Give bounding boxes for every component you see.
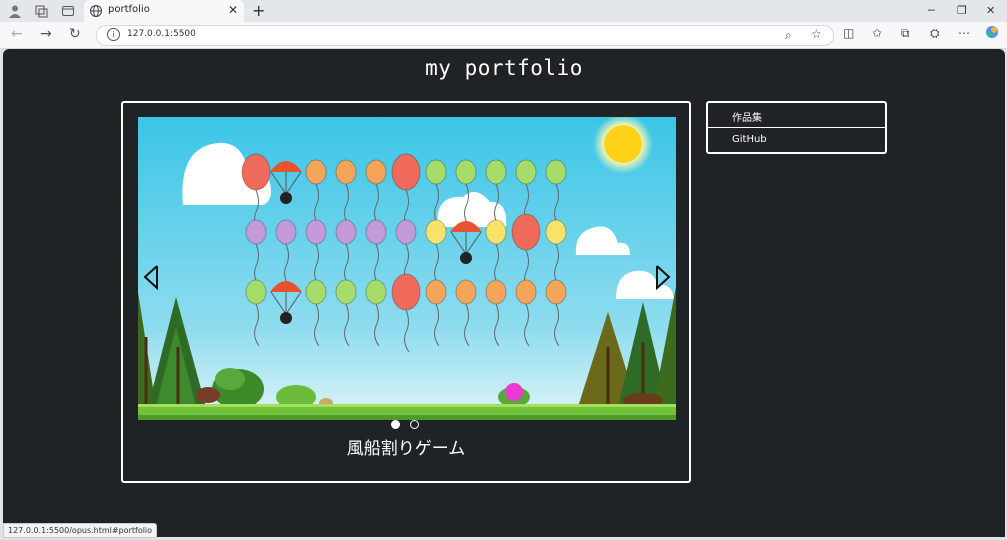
minimize-icon[interactable]: ─ [928,4,935,17]
collections-icon[interactable]: ⧉ [901,26,910,41]
page-title: my portfolio [425,56,583,80]
more-options-icon[interactable]: ⋯ [958,26,970,40]
extensions-icon[interactable]: ⛭ [930,26,940,41]
forward-icon[interactable]: → [40,26,52,42]
workspaces-icon[interactable] [33,3,49,19]
side-menu: 作品集 GitHub [706,101,887,154]
address-bar[interactable]: i 127.0.0.1:5500 ⌕ ☆ [96,25,834,46]
restore-icon[interactable]: ❐ [957,4,967,17]
vertical-tabs-icon[interactable] [60,3,76,19]
portfolio-carousel: 風船割りゲーム [121,101,691,483]
prev-slide-icon[interactable] [142,264,160,294]
close-tab-icon[interactable]: ✕ [228,3,238,17]
favorites-icon[interactable]: ✩ [872,26,882,40]
back-icon[interactable]: ← [11,26,23,42]
page-content: my portfolio 風船割りゲーム 作品集 GitHub [3,49,1005,537]
tab-title: portfolio [108,4,150,15]
slide-dot-1[interactable] [391,420,400,429]
menu-item-github[interactable]: GitHub [708,128,885,152]
reload-icon[interactable]: ↻ [69,26,81,42]
slide-caption: 風船割りゲーム [346,439,466,459]
url-text: 127.0.0.1:5500 [127,29,196,39]
slide-dot-2[interactable] [410,420,419,429]
game-screenshot[interactable] [138,117,676,420]
new-tab-icon[interactable]: + [252,1,265,20]
globe-icon [89,3,105,19]
profile-icon[interactable] [7,3,23,19]
close-window-icon[interactable]: ✕ [986,4,995,17]
menu-item-works[interactable]: 作品集 [708,103,885,127]
favorite-star-icon[interactable]: ☆ [811,27,822,41]
copilot-icon[interactable] [985,25,999,42]
browser-tab-bar: portfolio ✕ + ─ ❐ ✕ [0,0,1007,22]
next-slide-icon[interactable] [654,264,672,294]
status-bar-url: 127.0.0.1:5500/opus.html#portfolio [3,523,158,538]
site-info-icon[interactable]: i [107,28,120,41]
zoom-icon[interactable]: ⌕ [785,28,792,43]
split-screen-icon[interactable]: ◫ [843,26,854,40]
tab-portfolio[interactable]: portfolio ✕ [84,0,244,22]
navigation-bar: ← → ↻ i 127.0.0.1:5500 ⌕ ☆ ◫ ✩ ⧉ ⛭ ⋯ [0,22,1007,49]
